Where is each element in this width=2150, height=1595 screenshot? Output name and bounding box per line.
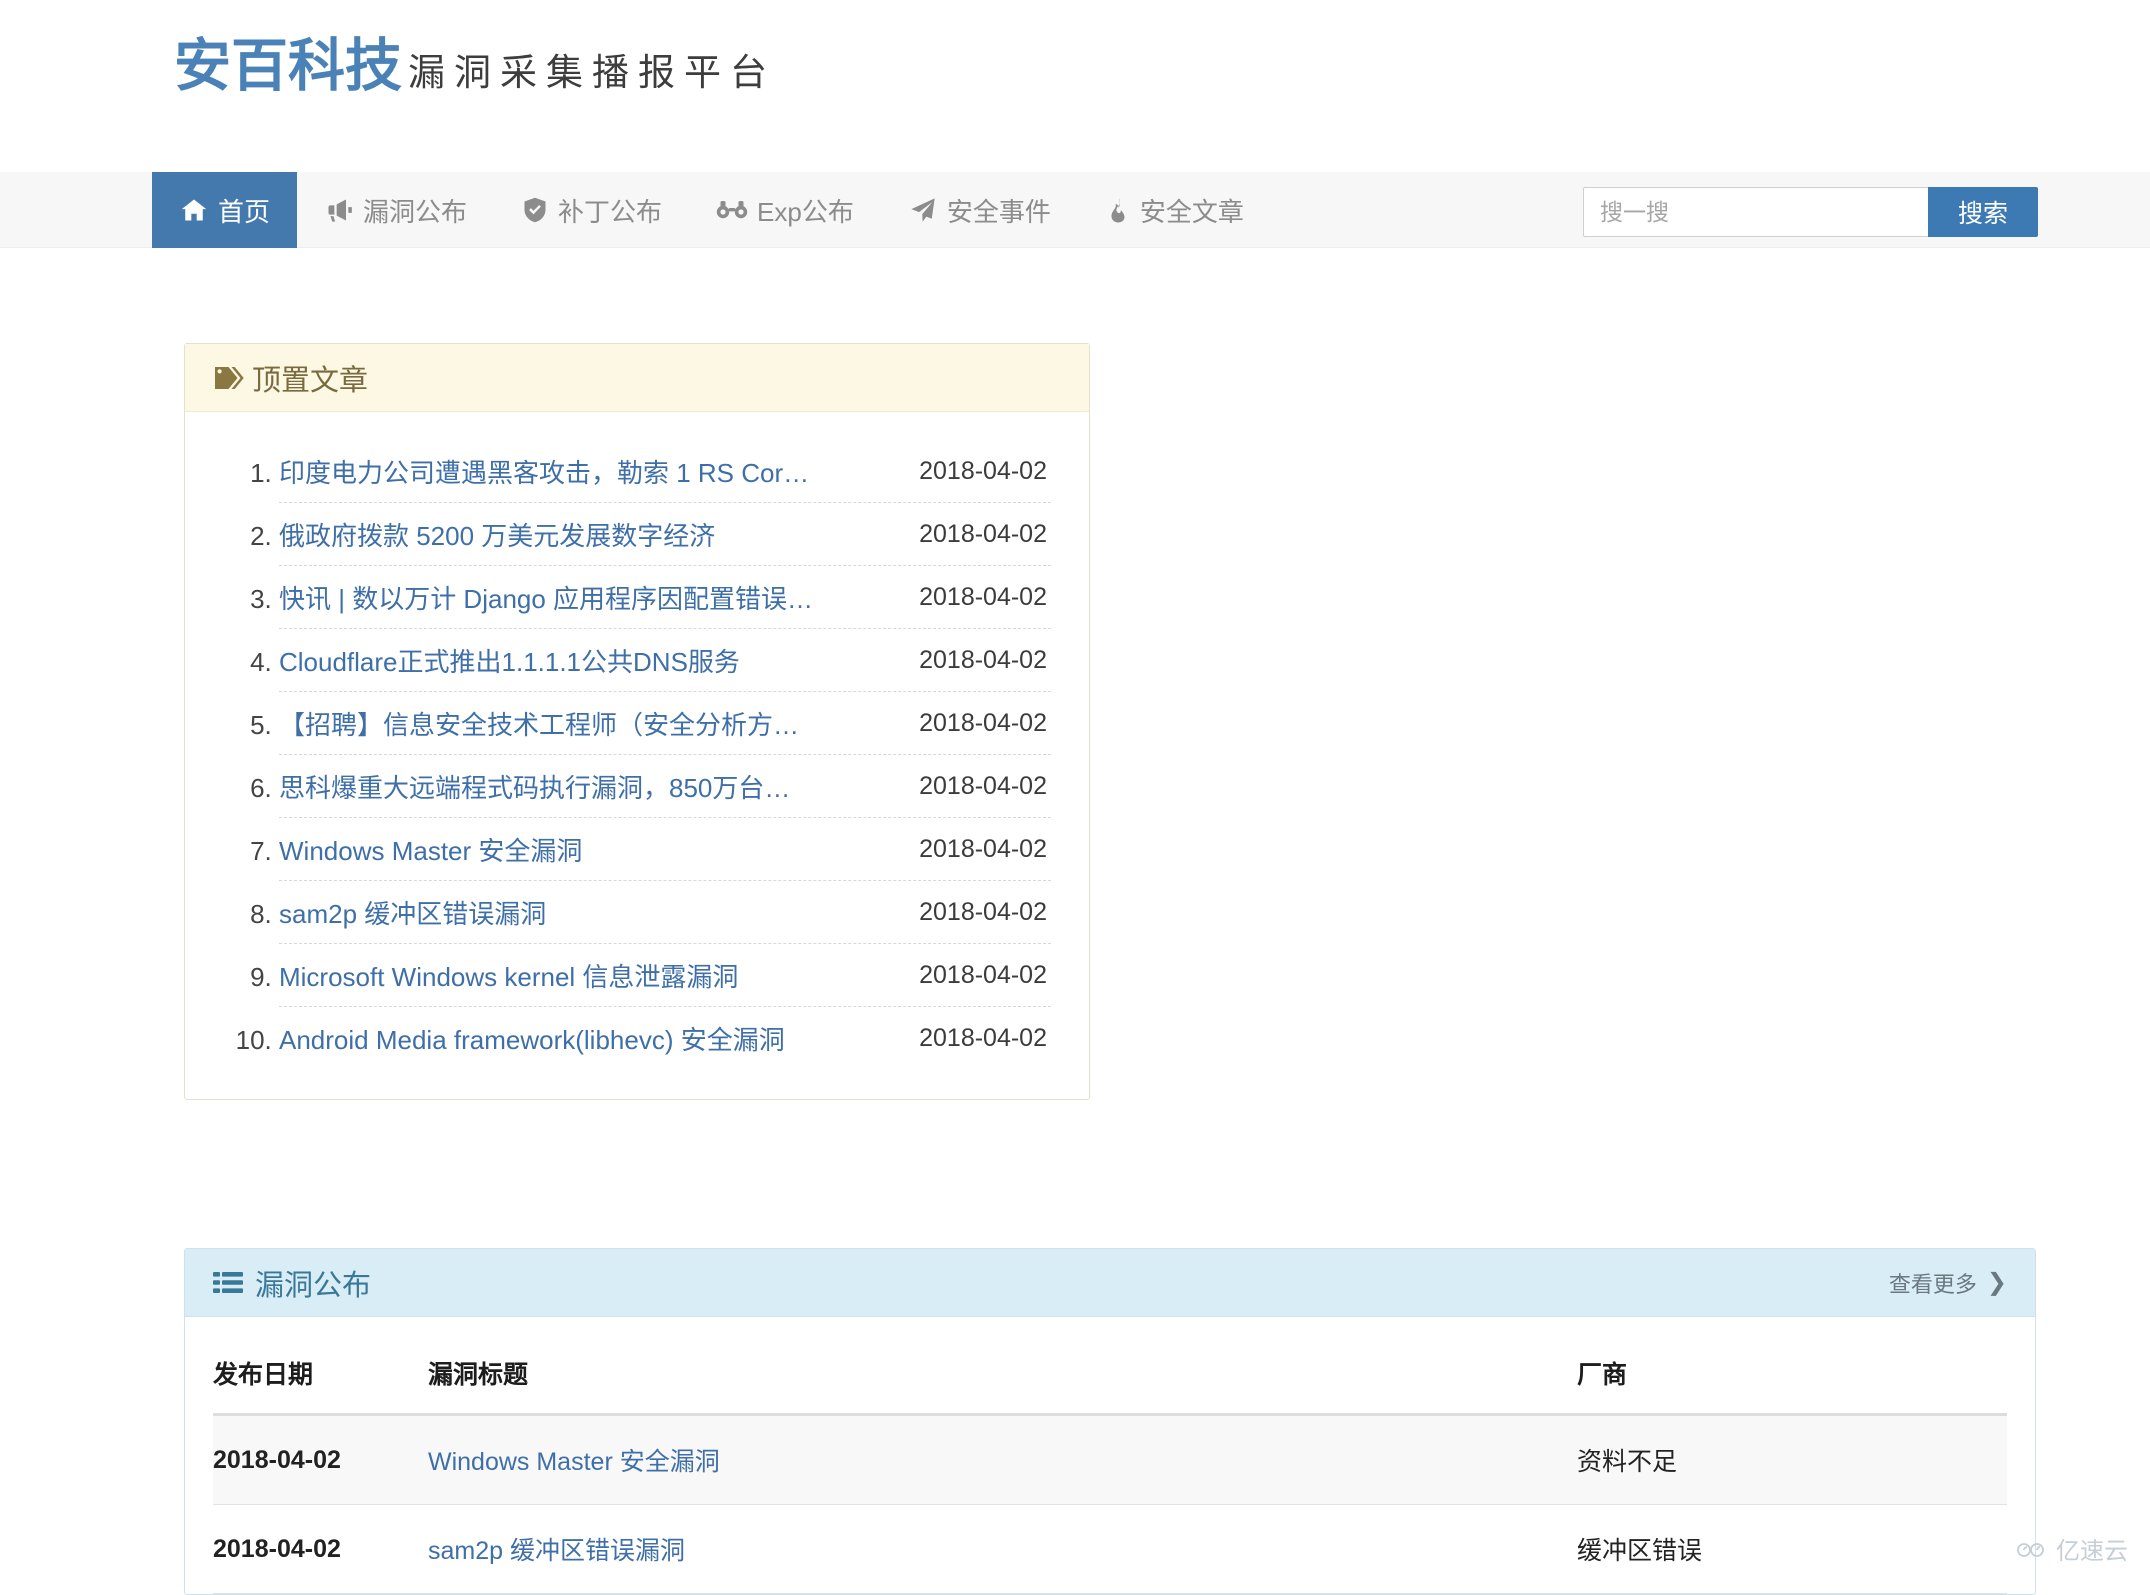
article-link[interactable]: Microsoft Windows kernel 信息泄露漏洞 <box>279 957 738 994</box>
nav-item-security-articles[interactable]: 安全文章 <box>1078 172 1271 248</box>
vuln-title-link[interactable]: Windows Master 安全漏洞 <box>428 1448 720 1476</box>
article-date: 2018-04-02 <box>919 456 1047 485</box>
view-more-link[interactable]: 查看更多 ❯ <box>1889 1267 2007 1299</box>
article-link[interactable]: sam2p 缓冲区错误漏洞 <box>279 894 546 931</box>
nav-item-patch-release[interactable]: 补丁公布 <box>494 172 689 248</box>
vuln-table-head: 发布日期 漏洞标题 厂商 <box>213 1317 2007 1416</box>
article-link[interactable]: 【招聘】信息安全技术工程师（安全分析方… <box>279 705 799 742</box>
list-item: Cloudflare正式推出1.1.1.1公共DNS服务 2018-04-02 <box>279 629 1051 692</box>
logo-primary-text: 安百科技 <box>174 34 402 98</box>
list-item: 俄政府拨款 5200 万美元发展数字经济 2018-04-02 <box>279 503 1051 566</box>
col-header-vendor: 厂商 <box>1577 1317 2007 1416</box>
list-item: Windows Master 安全漏洞 2018-04-02 <box>279 818 1051 881</box>
list-item: 印度电力公司遭遇黑客攻击，勒索 1 RS Cor… 2018-04-02 <box>279 440 1051 503</box>
article-date: 2018-04-02 <box>919 645 1047 674</box>
cell-vendor: 资料不足 <box>1577 1414 2007 1505</box>
article-link[interactable]: Cloudflare正式推出1.1.1.1公共DNS服务 <box>279 642 740 679</box>
article-link[interactable]: 俄政府拨款 5200 万美元发展数字经济 <box>279 516 715 553</box>
article-link[interactable]: Windows Master 安全漏洞 <box>279 831 582 868</box>
list-icon <box>213 1270 243 1296</box>
tag-icon <box>213 363 247 393</box>
top-articles-list: 印度电力公司遭遇黑客攻击，勒索 1 RS Cor… 2018-04-02 俄政府… <box>223 440 1051 1069</box>
search-input[interactable] <box>1583 187 1928 237</box>
list-item: sam2p 缓冲区错误漏洞 2018-04-02 <box>279 881 1051 944</box>
check-shield-icon <box>521 196 549 224</box>
nav-item-label: 安全文章 <box>1139 196 1244 227</box>
vuln-panel-title: 漏洞公布 <box>255 1269 372 1302</box>
cell-date: 2018-04-02 <box>213 1414 428 1505</box>
vuln-table-body: 2018-04-02 Windows Master 安全漏洞 资料不足 2018… <box>213 1414 2007 1594</box>
article-date: 2018-04-02 <box>919 1023 1047 1052</box>
list-item: 快讯 | 数以万计 Django 应用程序因配置错误… 2018-04-02 <box>279 566 1051 629</box>
nav-item-list: 首页 漏洞公布 补丁公布 Exp公布 安全事件 安全文章 <box>152 172 1271 248</box>
list-item: 思科爆重大远端程式码执行漏洞，850万台… 2018-04-02 <box>279 755 1051 818</box>
view-more-label: 查看更多 <box>1888 1271 1977 1297</box>
cell-title: sam2p 缓冲区错误漏洞 <box>428 1504 1577 1594</box>
article-date: 2018-04-02 <box>919 897 1047 926</box>
col-header-date: 发布日期 <box>213 1317 428 1416</box>
nav-item-label: Exp公布 <box>757 196 854 227</box>
nav-item-label: 安全事件 <box>946 196 1051 227</box>
top-articles-body: 印度电力公司遭遇黑客攻击，勒索 1 RS Cor… 2018-04-02 俄政府… <box>185 412 1089 1099</box>
article-date: 2018-04-02 <box>919 519 1047 548</box>
bullhorn-icon <box>324 196 354 224</box>
article-link[interactable]: Android Media framework(libhevc) 安全漏洞 <box>279 1020 785 1057</box>
list-item: Android Media framework(libhevc) 安全漏洞 20… <box>279 1007 1051 1069</box>
nav-item-label: 补丁公布 <box>558 196 663 227</box>
cell-vendor: 缓冲区错误 <box>1577 1504 2007 1594</box>
search-form: 搜索 <box>1583 187 2038 237</box>
top-articles-title: 顶置文章 <box>252 364 369 397</box>
vuln-release-panel: 漏洞公布 查看更多 ❯ 发布日期 漏洞标题 厂商 2018-04-02 Wind… <box>184 1248 2036 1595</box>
nav-item-home[interactable]: 首页 <box>152 172 298 248</box>
cell-title: Windows Master 安全漏洞 <box>428 1414 1577 1505</box>
article-link[interactable]: 快讯 | 数以万计 Django 应用程序因配置错误… <box>279 579 813 616</box>
site-header: 安百科技 漏洞采集播报平台 <box>0 0 2150 172</box>
chevron-right-icon: ❯ <box>1986 1269 2007 1296</box>
article-date: 2018-04-02 <box>919 708 1047 737</box>
vuln-title-link[interactable]: sam2p 缓冲区错误漏洞 <box>428 1537 685 1565</box>
top-articles-panel: 顶置文章 印度电力公司遭遇黑客攻击，勒索 1 RS Cor… 2018-04-0… <box>184 343 1090 1100</box>
nav-item-vuln-release[interactable]: 漏洞公布 <box>297 172 494 248</box>
list-item: Microsoft Windows kernel 信息泄露漏洞 2018-04-… <box>279 944 1051 1007</box>
table-row[interactable]: 2018-04-02 sam2p 缓冲区错误漏洞 缓冲区错误 <box>213 1504 2007 1594</box>
article-date: 2018-04-02 <box>919 582 1047 611</box>
nav-item-label: 漏洞公布 <box>363 196 468 227</box>
site-logo[interactable]: 安百科技 漏洞采集播报平台 <box>174 38 776 95</box>
vuln-panel-body: 发布日期 漏洞标题 厂商 2018-04-02 Windows Master 安… <box>185 1317 2035 1594</box>
vuln-table: 发布日期 漏洞标题 厂商 2018-04-02 Windows Master 安… <box>213 1317 2007 1594</box>
col-header-title: 漏洞标题 <box>428 1317 1577 1416</box>
home-icon <box>179 196 209 224</box>
nav-item-label: 首页 <box>218 196 271 227</box>
paper-plane-icon <box>908 196 938 224</box>
main-navbar: 首页 漏洞公布 补丁公布 Exp公布 安全事件 安全文章 搜一搜 搜索 <box>0 172 2150 248</box>
cloud-icon <box>2015 1538 2049 1560</box>
watermark-label: 亿速云 <box>2056 1538 2128 1565</box>
article-date: 2018-04-02 <box>919 834 1047 863</box>
article-link[interactable]: 思科爆重大远端程式码执行漏洞，850万台… <box>279 768 790 805</box>
logo-secondary-text: 漏洞采集播报平台 <box>408 52 776 93</box>
table-header-row: 发布日期 漏洞标题 厂商 <box>213 1317 2007 1416</box>
table-row[interactable]: 2018-04-02 Windows Master 安全漏洞 资料不足 <box>213 1414 2007 1505</box>
nav-item-security-events[interactable]: 安全事件 <box>881 172 1078 248</box>
article-date: 2018-04-02 <box>919 771 1047 800</box>
list-item: 【招聘】信息安全技术工程师（安全分析方… 2018-04-02 <box>279 692 1051 755</box>
binoculars-icon <box>716 197 748 223</box>
search-button[interactable]: 搜索 <box>1928 187 2038 237</box>
article-link[interactable]: 印度电力公司遭遇黑客攻击，勒索 1 RS Cor… <box>279 453 809 490</box>
vuln-panel-header: 漏洞公布 查看更多 ❯ <box>185 1249 2035 1317</box>
cell-date: 2018-04-02 <box>213 1504 428 1594</box>
fire-icon <box>1105 196 1131 224</box>
article-date: 2018-04-02 <box>919 960 1047 989</box>
watermark: 亿速云 <box>2015 1531 2128 1566</box>
top-articles-header: 顶置文章 <box>185 344 1089 412</box>
nav-item-exp-release[interactable]: Exp公布 <box>689 172 881 248</box>
